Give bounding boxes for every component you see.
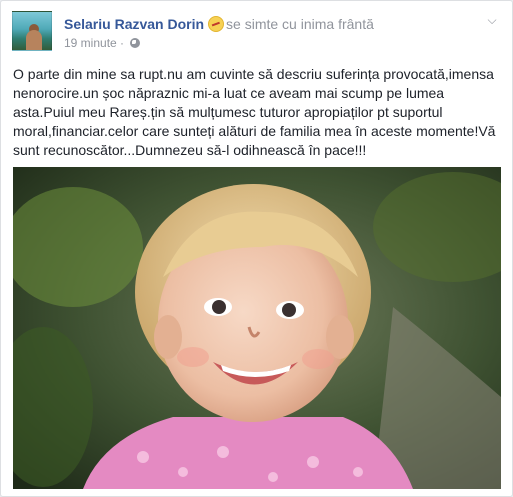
author-avatar[interactable] (12, 11, 52, 51)
avatar-body (26, 30, 42, 50)
post-photo[interactable] (13, 167, 501, 489)
post-meta: 19 minute · (64, 36, 141, 50)
post-card: Selariu Razvan Dorin se simte cu inima fr… (0, 0, 513, 497)
broken-heart-emoji-icon (208, 16, 225, 32)
child-photo-illustration (13, 167, 501, 489)
feeling-text: se simte cu inima frântă (226, 16, 374, 32)
post-timestamp[interactable]: 19 minute (64, 36, 117, 50)
post-header: Selariu Razvan Dorin se simte cu inima fr… (12, 9, 501, 53)
meta-separator: · (120, 36, 125, 50)
author-line: Selariu Razvan Dorin se simte cu inima fr… (64, 15, 374, 33)
post-text: O parte din mine sa rupt.nu am cuvinte s… (13, 66, 496, 158)
chevron-down-icon[interactable]: ⌵ (485, 13, 499, 27)
author-name[interactable]: Selariu Razvan Dorin (64, 16, 204, 32)
globe-icon[interactable] (130, 38, 141, 48)
